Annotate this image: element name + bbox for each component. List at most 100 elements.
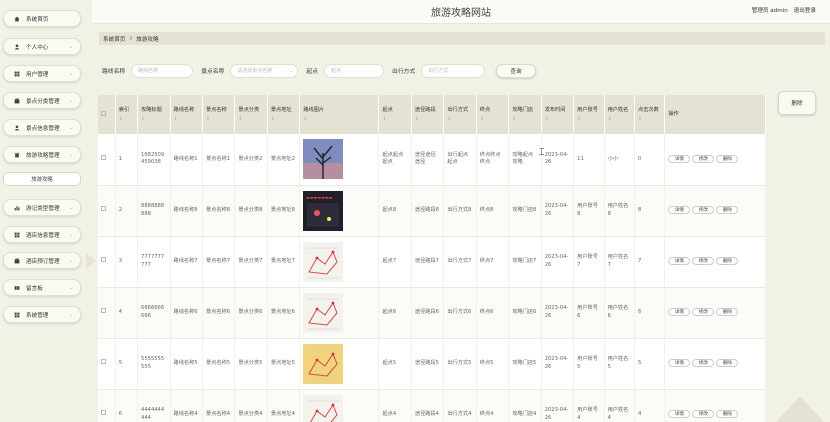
sort-icon[interactable]: ⇕ <box>303 116 375 123</box>
start-input[interactable]: 起点 <box>324 63 385 78</box>
batch-delete-button[interactable]: 删除 <box>778 91 816 115</box>
sort-icon[interactable]: ⇕ <box>415 116 440 123</box>
search-button[interactable]: 查询 <box>496 64 536 78</box>
travel-mode-input[interactable]: 出行方式 <box>421 63 486 78</box>
sort-icon[interactable]: ⇕ <box>119 116 134 123</box>
sidebar-item-8[interactable]: 酒店信息管理 ⌄ <box>3 226 81 243</box>
column-header[interactable]: 出行方式 ⇕ <box>443 95 477 134</box>
sort-icon[interactable]: ⇕ <box>608 116 631 123</box>
edit-button[interactable]: 修改 <box>692 359 715 368</box>
delete-button[interactable]: 删除 <box>716 155 739 163</box>
column-header-label: 景点名称 <box>205 106 227 113</box>
sidebar-item-10[interactable]: 留言板 ⌄ <box>3 279 81 296</box>
sidebar-collapse-handle[interactable] <box>86 253 96 269</box>
cell-value: 出行起点起点 <box>447 151 469 166</box>
sidebar-item-2[interactable]: 个人中心 ⌄ <box>3 38 81 55</box>
sort-icon[interactable]: ⇕ <box>382 116 407 123</box>
detail-button[interactable]: 详情 <box>668 410 691 419</box>
sort-icon[interactable]: ⇕ <box>577 116 600 123</box>
cell-addr: 景点地址5 <box>267 338 301 390</box>
breadcrumb-current: 旅游攻略 <box>136 36 159 43</box>
box-icon <box>14 98 20 104</box>
column-header[interactable]: 点击次数 ⇕ <box>634 95 666 134</box>
spot-name-select[interactable]: 请选择景点名称 ⌄ <box>230 63 299 78</box>
column-header[interactable]: 景点分类 ⇕ <box>234 95 268 134</box>
detail-button[interactable]: 详情 <box>668 206 691 215</box>
delete-button[interactable]: 删除 <box>716 359 739 368</box>
column-header[interactable]: 用户姓名 ⇕ <box>604 95 636 134</box>
sidebar-item-3[interactable]: 用户管理 ⌄ <box>3 65 81 82</box>
edit-button[interactable]: 修改 <box>692 155 715 163</box>
column-header[interactable]: 用户账号 ⇕ <box>573 95 605 134</box>
cell-value: 用户账号5 <box>577 356 598 370</box>
logout-link[interactable]: 退出登录 <box>794 8 816 14</box>
sort-icon[interactable]: ⇕ <box>206 116 231 123</box>
column-header[interactable]: 攻略标题 ⇕ <box>137 95 171 134</box>
sort-icon[interactable]: ⇕ <box>271 116 296 123</box>
column-header[interactable]: 起点 ⇕ <box>378 95 412 134</box>
sort-icon[interactable]: ⇕ <box>512 116 537 123</box>
column-header[interactable]: 攻略门店 ⇕ <box>508 95 542 134</box>
sort-icon[interactable]: ⇕ <box>480 116 505 123</box>
delete-button[interactable]: 删除 <box>716 308 739 317</box>
detail-button[interactable]: 详情 <box>668 257 691 266</box>
delete-button[interactable]: 删除 <box>716 257 739 266</box>
column-header[interactable]: 终点 ⇕ <box>476 95 510 134</box>
sidebar-subitem-strategy[interactable]: 旅游攻略 <box>3 172 81 186</box>
edit-button[interactable]: 修改 <box>692 206 715 215</box>
edit-button[interactable]: 修改 <box>692 308 715 317</box>
cell-value: 3 <box>118 257 123 264</box>
sidebar-item-11[interactable]: 系统管理 ⌄ <box>3 306 81 323</box>
cell-via: 途径路段5 <box>411 338 445 390</box>
chevron-down-icon: ⌄ <box>68 258 73 264</box>
sidebar-item-6[interactable]: 旅游攻略管理 ⌄ <box>3 146 81 163</box>
route-name-input[interactable]: 路线名称 <box>131 63 194 78</box>
row-checkbox[interactable] <box>101 155 106 160</box>
cell-mode: 出行方式7 <box>443 236 477 288</box>
edit-button[interactable]: 修改 <box>692 257 715 266</box>
sort-icon[interactable]: ⇕ <box>141 116 166 123</box>
row-actions: 详情 修改 删除 <box>664 389 766 422</box>
cell-value: 起点起点起点 <box>382 151 404 166</box>
detail-button[interactable]: 详情 <box>668 155 691 163</box>
detail-button[interactable]: 详情 <box>668 359 691 368</box>
delete-button[interactable]: 删除 <box>716 410 739 419</box>
sidebar-item-9[interactable]: 酒店预订管理 ⌄ <box>3 252 81 269</box>
row-checkbox[interactable] <box>101 410 106 416</box>
cell-value: 8 <box>638 206 642 213</box>
column-header[interactable]: 景点名称 ⇕ <box>202 95 236 134</box>
chart-icon <box>14 205 20 211</box>
edit-button[interactable]: 修改 <box>692 410 715 419</box>
table-row: 2 8888888888 路线名称8 景点名称8 景点分类8 景点地址8 ▬▬▬▬▬▬▬ 起点… <box>98 185 766 237</box>
cell-route: 路线名称6 <box>170 287 203 339</box>
sort-icon[interactable]: ⇕ <box>174 116 199 123</box>
cell-store: 攻略门店8 <box>508 185 542 237</box>
sort-icon[interactable]: ⇕ <box>638 116 661 123</box>
row-checkbox[interactable] <box>101 308 106 314</box>
svg-text:▬▬▬▬▬▬▬: ▬▬▬▬▬▬▬ <box>306 195 333 200</box>
column-header[interactable]: 发布时间 ⇕ <box>541 95 575 134</box>
column-header[interactable]: 索引 ⇕ <box>115 95 139 134</box>
row-checkbox[interactable] <box>101 257 106 263</box>
select-all-checkbox[interactable] <box>101 110 106 116</box>
breadcrumb-home[interactable]: 系统首页 <box>103 35 125 43</box>
delete-button[interactable]: 删除 <box>716 206 739 215</box>
sort-icon[interactable]: ⇕ <box>238 116 263 123</box>
cell-value: 6 <box>118 410 123 417</box>
detail-button[interactable]: 详情 <box>668 308 691 317</box>
sidebar-item-5[interactable]: 景点信息管理 ⌄ <box>3 119 81 136</box>
row-checkbox[interactable] <box>101 359 106 365</box>
column-header[interactable]: 景点地址 ⇕ <box>267 95 301 134</box>
row-checkbox[interactable] <box>101 206 106 212</box>
column-header[interactable]: 路线名称 ⇕ <box>170 95 203 134</box>
cell-start: 起点起点起点 <box>378 134 412 186</box>
sort-icon[interactable]: ⇕ <box>447 116 472 123</box>
cell-start: 起点8 <box>378 185 412 237</box>
sort-icon[interactable]: ⇕ <box>545 116 570 123</box>
cell-value: 2023-04-26 <box>544 203 569 217</box>
sidebar-item-7[interactable]: 游记类型管理 ⌄ <box>3 199 81 216</box>
column-header[interactable]: 途径路段 ⇕ <box>411 95 445 134</box>
cell-value: 用户账号7 <box>577 254 598 268</box>
sidebar-item-1[interactable]: 系统首页 <box>3 10 81 27</box>
sidebar-item-4[interactable]: 景点分类管理 ⌄ <box>3 92 81 109</box>
